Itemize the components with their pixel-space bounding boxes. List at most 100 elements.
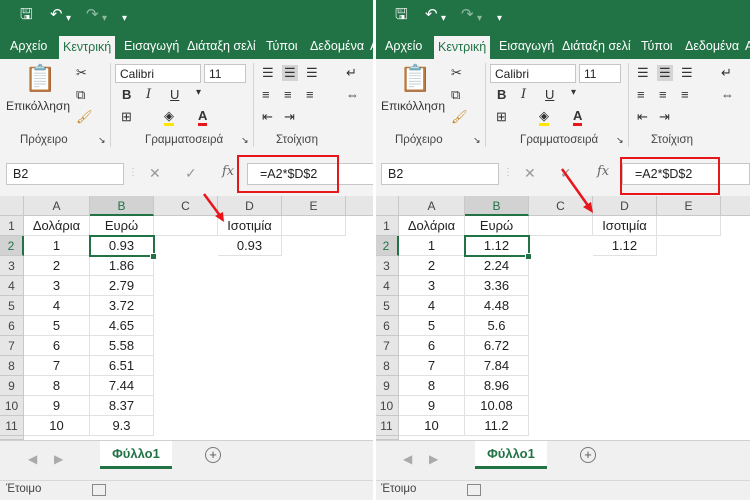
cut-icon[interactable]: ✂ [76,65,87,81]
cell-b3[interactable]: 1.86 [90,256,154,276]
cell-b8[interactable]: 6.51 [90,356,154,376]
save-icon[interactable]: 🖫 [395,6,408,24]
cell-b11[interactable]: 11.2 [465,416,529,436]
row-header-10[interactable]: 10 [375,396,399,416]
customize-icon[interactable]: ▾ [497,10,502,28]
cell-d2[interactable]: 1.12 [593,236,657,256]
column-header-a[interactable]: A [399,196,465,216]
cell-b4[interactable]: 3.36 [465,276,529,296]
cell-b3[interactable]: 2.24 [465,256,529,276]
sheet-tab-1[interactable]: Φύλλο1 [475,441,547,469]
insert-function-button[interactable]: fx [222,164,234,179]
cell-a2[interactable]: 1 [399,236,465,256]
row-header-7[interactable]: 7 [375,336,399,356]
align-center-icon[interactable]: ≡ [284,87,292,102]
bold-button[interactable]: B [122,87,131,102]
row-header-8[interactable]: 8 [375,356,399,376]
cell-a5[interactable]: 4 [399,296,465,316]
cell-b7[interactable]: 6.72 [465,336,529,356]
column-header-e[interactable]: E [657,196,721,216]
font-size-select[interactable]: 11 [579,64,621,83]
underline-button[interactable]: U [545,87,554,102]
column-header-b[interactable]: B [90,196,154,216]
macro-record-icon[interactable] [467,484,481,496]
tab-page-layout[interactable]: Διάταξη σελί [562,33,631,59]
cell-a1[interactable]: Δολάρια [24,216,90,236]
merge-center-icon[interactable]: ⇔ [721,87,734,102]
cell-a3[interactable]: 2 [24,256,90,276]
align-top-icon[interactable]: ☰ [637,65,649,81]
tab-page-layout[interactable]: Διάταξη σελί [187,33,256,59]
row-header-9[interactable]: 9 [375,376,399,396]
cell-a2[interactable]: 1 [24,236,90,256]
align-left-icon[interactable]: ≡ [637,87,645,102]
paste-button[interactable]: Επικόλληση [6,99,70,113]
row-header-7[interactable]: 7 [0,336,24,356]
underline-button[interactable]: U [170,87,179,102]
cell-b9[interactable]: 7.44 [90,376,154,396]
cell-a1[interactable]: Δολάρια [399,216,465,236]
undo-dropdown-icon[interactable]: ▾ [66,10,71,28]
underline-dropdown-icon[interactable]: ▾ [196,87,201,98]
column-header-e[interactable]: E [282,196,346,216]
paste-icon[interactable]: 📋 [24,63,56,94]
fill-color-icon[interactable]: ◈ [164,109,174,126]
align-middle-icon[interactable]: ☰ [282,65,298,81]
row-header-11[interactable]: 11 [0,416,24,436]
cell-a6[interactable]: 5 [24,316,90,336]
cell-a4[interactable]: 3 [399,276,465,296]
undo-dropdown-icon[interactable]: ▾ [441,10,446,28]
tab-data[interactable]: Δεδομένα [685,33,739,59]
cancel-icon[interactable]: ✕ [149,165,161,182]
font-name-select[interactable]: Calibri [490,64,576,83]
undo-icon[interactable]: ↶ [425,6,438,24]
customize-icon[interactable]: ▾ [122,10,127,28]
paste-button[interactable]: Επικόλληση [381,99,445,113]
increase-indent-icon[interactable]: ⇥ [284,109,295,125]
align-bottom-icon[interactable]: ☰ [681,65,693,81]
cell-a8[interactable]: 7 [24,356,90,376]
increase-indent-icon[interactable]: ⇥ [659,109,670,125]
font-size-select[interactable]: 11 [204,64,246,83]
wrap-text-icon[interactable]: ↵ [721,65,732,81]
cell-a10[interactable]: 9 [399,396,465,416]
row-header-5[interactable]: 5 [375,296,399,316]
row-header-5[interactable]: 5 [0,296,24,316]
tab-formulas[interactable]: Τύποι [266,33,298,59]
row-header-2[interactable]: 2 [375,236,399,256]
format-painter-icon[interactable]: 🖌 [76,109,93,125]
borders-icon[interactable]: ⊞ [121,109,132,125]
font-color-icon[interactable]: A [573,109,583,126]
clipboard-launcher-icon[interactable]: ↘ [98,135,106,146]
row-header-8[interactable]: 8 [0,356,24,376]
tab-insert[interactable]: Εισαγωγή [499,33,554,59]
undo-icon[interactable]: ↶ [50,6,63,24]
cell-b5[interactable]: 4.48 [465,296,529,316]
wrap-text-icon[interactable]: ↵ [346,65,357,81]
column-header-b[interactable]: B [465,196,529,216]
cell-a3[interactable]: 2 [399,256,465,276]
cell-a11[interactable]: 10 [399,416,465,436]
tab-data[interactable]: Δεδομένα [310,33,364,59]
cancel-icon[interactable]: ✕ [524,165,536,182]
italic-button[interactable]: I [146,87,151,102]
row-header-1[interactable]: 1 [375,216,399,236]
row-header-3[interactable]: 3 [375,256,399,276]
decrease-indent-icon[interactable]: ⇤ [637,109,648,125]
save-icon[interactable]: 🖫 [20,6,33,24]
cell-a4[interactable]: 3 [24,276,90,296]
italic-button[interactable]: I [521,87,526,102]
row-header-9[interactable]: 9 [0,376,24,396]
cell-d2[interactable]: 0.93 [218,236,282,256]
row-header-6[interactable]: 6 [375,316,399,336]
cell-d1[interactable]: Ισοτιμία [593,216,657,236]
underline-dropdown-icon[interactable]: ▾ [571,87,576,98]
cut-icon[interactable]: ✂ [451,65,462,81]
align-left-icon[interactable]: ≡ [262,87,270,102]
name-box-dropdown-icon[interactable]: ⋮ [503,167,513,178]
cell-a6[interactable]: 5 [399,316,465,336]
column-header-f[interactable] [346,196,375,216]
bold-button[interactable]: B [497,87,506,102]
align-right-icon[interactable]: ≡ [306,87,314,102]
scroll-left-icon[interactable]: ◀ [28,452,37,466]
